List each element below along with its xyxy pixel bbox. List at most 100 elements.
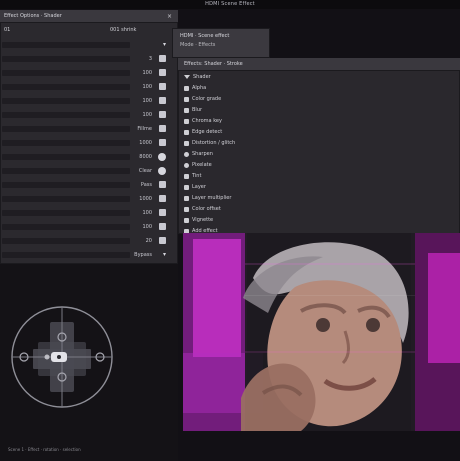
row-15[interactable]: Bypass ▾ bbox=[0, 248, 178, 262]
panel-header: Effect Options · Shader × bbox=[0, 10, 178, 23]
row-14-slider[interactable] bbox=[2, 238, 130, 244]
toggle-icon[interactable] bbox=[158, 153, 166, 161]
square-icon[interactable] bbox=[159, 83, 166, 90]
row-6-slider[interactable] bbox=[2, 126, 130, 132]
effect-label: Pixelate bbox=[192, 162, 212, 168]
square-icon[interactable] bbox=[159, 181, 166, 188]
row-12[interactable]: 100 bbox=[0, 206, 178, 220]
square-icon[interactable] bbox=[159, 209, 166, 216]
row-1-slider[interactable] bbox=[2, 56, 130, 62]
row-6-value: Fillme bbox=[137, 126, 152, 132]
row-1-value: 3 bbox=[148, 56, 152, 62]
rotation-gizmo[interactable] bbox=[7, 302, 117, 412]
chevron-down-icon[interactable]: ▾ bbox=[163, 41, 166, 48]
top-value-2: 001 shrink bbox=[110, 27, 137, 33]
square-icon[interactable] bbox=[159, 139, 166, 146]
row-11-slider[interactable] bbox=[2, 196, 130, 202]
row-0[interactable]: ▾ bbox=[0, 38, 178, 52]
effect-item-7[interactable]: Sharpen bbox=[184, 149, 213, 159]
square-icon[interactable] bbox=[159, 195, 166, 202]
effect-item-10[interactable]: Layer bbox=[184, 182, 206, 192]
row-7-value: 1000 bbox=[139, 140, 152, 146]
effect-item-3[interactable]: Blur bbox=[184, 105, 202, 115]
square-icon[interactable] bbox=[159, 111, 166, 118]
effect-label: Alpha bbox=[192, 85, 207, 91]
square-icon bbox=[184, 140, 189, 146]
effects-panel-title: Effects: Shader · Stroke bbox=[184, 61, 243, 67]
row-12-slider[interactable] bbox=[2, 210, 130, 216]
row-2-slider[interactable] bbox=[2, 70, 130, 76]
row-9-value: Clear bbox=[138, 168, 152, 174]
status-text: Scene 1 · Effect · rotation · selection bbox=[8, 447, 81, 452]
close-icon[interactable]: × bbox=[167, 13, 172, 20]
row-6[interactable]: Fillme bbox=[0, 122, 178, 136]
effect-item-11[interactable]: Layer multiplier bbox=[184, 193, 231, 203]
effect-label: Tint bbox=[192, 173, 202, 179]
effect-label: Color offset bbox=[192, 206, 221, 212]
row-2-value: 100 bbox=[142, 70, 152, 76]
row-5[interactable]: 100 bbox=[0, 108, 178, 122]
row-4-slider[interactable] bbox=[2, 98, 130, 104]
window-title: HDMI Scene Effect bbox=[0, 0, 460, 9]
row-14[interactable]: 20 bbox=[0, 234, 178, 248]
row-13-slider[interactable] bbox=[2, 224, 130, 230]
effect-item-6[interactable]: Distortion / glitch bbox=[184, 138, 235, 148]
square-icon[interactable] bbox=[159, 125, 166, 132]
effect-label: Distortion / glitch bbox=[192, 140, 236, 146]
row-1[interactable]: 3 bbox=[0, 52, 178, 66]
toggle-icon[interactable] bbox=[158, 167, 166, 175]
panel-title: Effect Options · Shader bbox=[4, 13, 62, 19]
row-4-value: 100 bbox=[142, 98, 152, 104]
row-7-slider[interactable] bbox=[2, 140, 130, 146]
square-icon bbox=[184, 107, 189, 113]
row-8-slider[interactable] bbox=[2, 154, 130, 160]
effect-label: Layer bbox=[192, 184, 206, 190]
row-3[interactable]: 100 bbox=[0, 80, 178, 94]
chevron-down-icon[interactable]: ▾ bbox=[163, 251, 166, 258]
square-icon[interactable] bbox=[159, 237, 166, 244]
effect-item-9[interactable]: Tint bbox=[184, 171, 201, 181]
effect-item-13[interactable]: Vignette bbox=[184, 215, 213, 225]
row-9-slider[interactable] bbox=[2, 168, 130, 174]
dropdown-tooltip: HDMI · Scene effect Mode · Effects bbox=[172, 28, 270, 58]
row-2[interactable]: 100 bbox=[0, 66, 178, 80]
preview-art bbox=[183, 233, 460, 431]
effect-item-5[interactable]: Edge detect bbox=[184, 127, 222, 137]
row-9[interactable]: Clear bbox=[0, 164, 178, 178]
effect-item-12[interactable]: Color offset bbox=[184, 204, 221, 214]
row-4[interactable]: 100 bbox=[0, 94, 178, 108]
row-13-value: 100 bbox=[142, 224, 152, 230]
square-icon bbox=[184, 118, 189, 124]
transform-gizmo-area: Scene 1 · Effect · rotation · selection bbox=[0, 263, 178, 461]
tooltip-line-2: Mode · Effects bbox=[180, 42, 216, 48]
row-15-slider[interactable] bbox=[2, 252, 130, 258]
effect-item-0[interactable]: Shader bbox=[184, 72, 211, 82]
square-icon bbox=[184, 184, 189, 190]
top-value-1: 01 bbox=[4, 27, 11, 33]
row-7[interactable]: 1000 bbox=[0, 136, 178, 150]
square-icon[interactable] bbox=[159, 55, 166, 62]
row-8[interactable]: 8000 bbox=[0, 150, 178, 164]
row-5-slider[interactable] bbox=[2, 112, 130, 118]
effect-item-2[interactable]: Color grade bbox=[184, 94, 221, 104]
effect-label: Vignette bbox=[192, 217, 214, 223]
top-values: 01 001 shrink bbox=[0, 24, 178, 38]
effect-item-8[interactable]: Pixelate bbox=[184, 160, 212, 170]
row-10-slider[interactable] bbox=[2, 182, 130, 188]
square-icon bbox=[184, 85, 189, 91]
effect-label: Color grade bbox=[192, 96, 222, 102]
square-icon[interactable] bbox=[159, 97, 166, 104]
row-8-value: 8000 bbox=[139, 154, 152, 160]
caret-icon bbox=[184, 75, 190, 79]
effect-label: Edge detect bbox=[192, 129, 223, 135]
row-13[interactable]: 100 bbox=[0, 220, 178, 234]
row-12-value: 100 bbox=[142, 210, 152, 216]
effect-item-1[interactable]: Alpha bbox=[184, 83, 206, 93]
row-0-slider[interactable] bbox=[2, 42, 130, 48]
row-11[interactable]: 1000 bbox=[0, 192, 178, 206]
square-icon[interactable] bbox=[159, 223, 166, 230]
effect-item-4[interactable]: Chroma key bbox=[184, 116, 222, 126]
row-10[interactable]: Pass bbox=[0, 178, 178, 192]
square-icon[interactable] bbox=[159, 69, 166, 76]
row-3-slider[interactable] bbox=[2, 84, 130, 90]
